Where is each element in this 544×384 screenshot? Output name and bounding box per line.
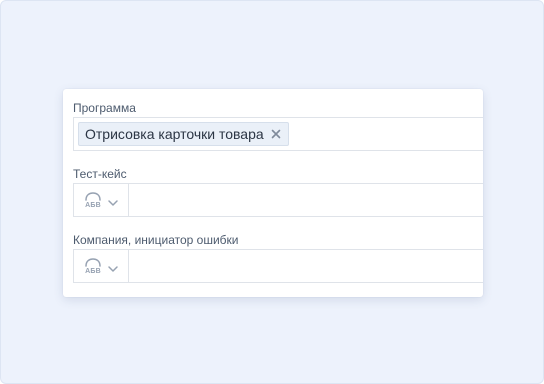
text-type-icon: АБВ	[83, 258, 103, 276]
close-icon[interactable]	[270, 128, 282, 140]
program-field[interactable]: Отрисовка карточки товара	[73, 117, 483, 151]
chevron-down-icon	[107, 195, 119, 206]
type-icon-caption: АБВ	[85, 268, 101, 275]
type-icon-caption: АБВ	[85, 202, 101, 209]
chevron-down-icon	[107, 261, 119, 272]
test-case-field: АБВ	[73, 183, 483, 217]
program-chip-label: Отрисовка карточки товара	[85, 126, 264, 142]
test-case-label: Тест-кейс	[73, 167, 127, 181]
company-initiator-input[interactable]	[129, 250, 483, 282]
company-initiator-type-picker[interactable]: АБВ	[74, 250, 129, 282]
test-case-type-picker[interactable]: АБВ	[74, 184, 129, 216]
text-type-icon: АБВ	[83, 192, 103, 210]
form-card: Программа Отрисовка карточки товара Тест…	[63, 89, 483, 297]
company-initiator-field: АБВ	[73, 249, 483, 283]
canvas-background: Программа Отрисовка карточки товара Тест…	[0, 0, 544, 384]
program-label: Программа	[73, 101, 136, 115]
program-chip: Отрисовка карточки товара	[78, 122, 289, 146]
company-initiator-label: Компания, инициатор ошибки	[73, 233, 239, 247]
test-case-input[interactable]	[129, 184, 483, 216]
